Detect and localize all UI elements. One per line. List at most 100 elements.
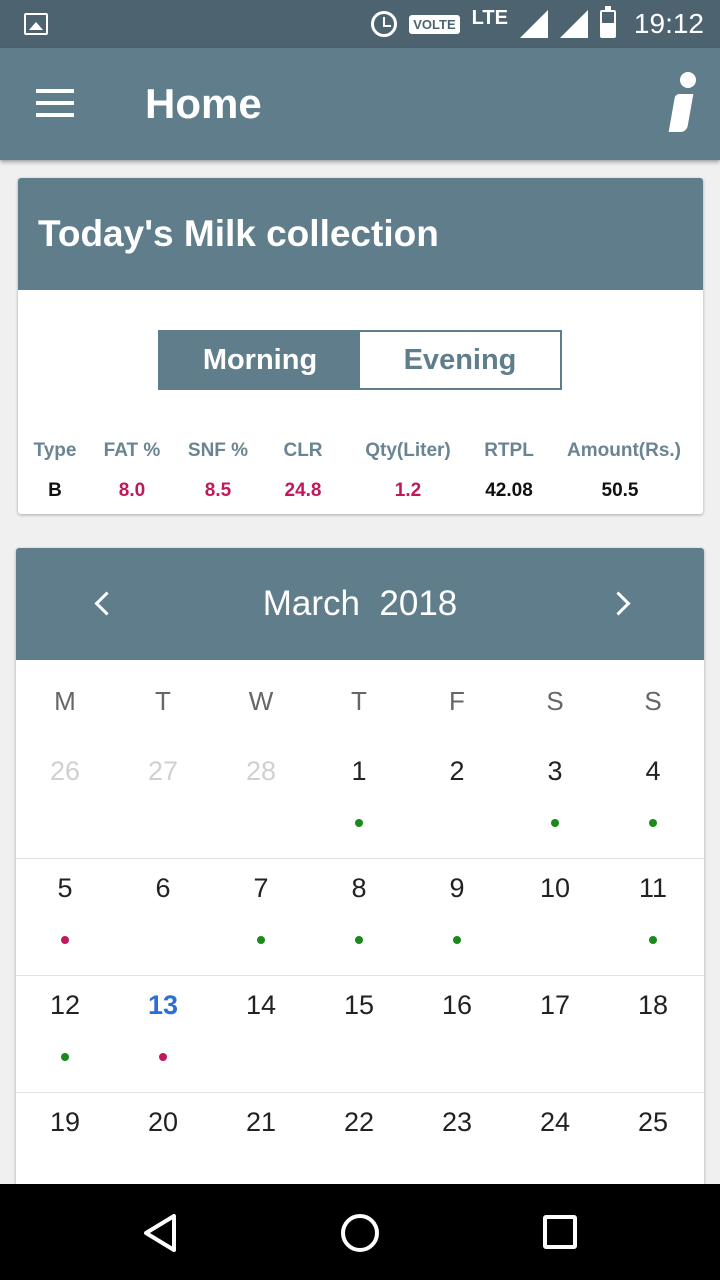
calendar-day[interactable]: 14 bbox=[212, 976, 310, 1092]
day-number: 23 bbox=[441, 1107, 473, 1137]
calendar-day[interactable]: 21 bbox=[212, 1093, 310, 1198]
calendar-day[interactable]: 23 bbox=[408, 1093, 506, 1198]
day-number: 1 bbox=[351, 756, 367, 786]
collection-dot bbox=[61, 1053, 69, 1061]
cell-type: B bbox=[48, 480, 62, 501]
weekday-label: S bbox=[546, 686, 564, 716]
calendar-day[interactable]: 19 bbox=[16, 1093, 114, 1198]
weekday-label: T bbox=[351, 686, 367, 716]
day-number: 26 bbox=[49, 756, 81, 786]
menu-icon[interactable] bbox=[36, 89, 76, 117]
network-type: LTE bbox=[471, 6, 508, 29]
calendar-day[interactable]: 24 bbox=[506, 1093, 604, 1198]
collection-dot bbox=[257, 936, 265, 944]
calendar-day[interactable]: 28 bbox=[212, 742, 310, 858]
calendar-day[interactable]: 20 bbox=[114, 1093, 212, 1198]
calendar-day[interactable]: 16 bbox=[408, 976, 506, 1092]
day-number: 19 bbox=[49, 1107, 81, 1137]
day-number: 18 bbox=[637, 990, 669, 1020]
calendar-day[interactable]: 25 bbox=[604, 1093, 702, 1198]
morning-tab[interactable]: Morning bbox=[160, 332, 360, 388]
back-icon[interactable] bbox=[142, 1214, 180, 1252]
page-title: Home bbox=[145, 80, 262, 127]
calendar-day[interactable]: 27 bbox=[114, 742, 212, 858]
table-row: B 8.0 8.5 24.8 1.2 42.08 50.5 bbox=[18, 480, 703, 510]
calendar-day[interactable]: 18 bbox=[604, 976, 702, 1092]
col-amount: Amount(Rs.) bbox=[567, 440, 681, 461]
battery-icon bbox=[599, 6, 616, 38]
weekday-row: M T W T F S S bbox=[16, 660, 704, 742]
calendar-week: 5 6 7 8 9 10 11 bbox=[16, 859, 704, 976]
system-nav-bar bbox=[0, 1184, 720, 1280]
collection-dot bbox=[649, 936, 657, 944]
day-number: 8 bbox=[351, 873, 367, 903]
calendar-day[interactable]: 4 bbox=[604, 742, 702, 858]
calendar-day[interactable]: 11 bbox=[604, 859, 702, 975]
day-number: 15 bbox=[343, 990, 375, 1020]
calendar-day[interactable]: 26 bbox=[16, 742, 114, 858]
cell-amount: 50.5 bbox=[601, 480, 639, 501]
collection-dot bbox=[61, 936, 69, 944]
milk-collection-card: Today's Milk collection Morning Evening … bbox=[18, 178, 703, 514]
day-number: 17 bbox=[539, 990, 571, 1020]
day-number: 6 bbox=[155, 873, 171, 903]
calendar-day[interactable]: 17 bbox=[506, 976, 604, 1092]
day-number: 27 bbox=[147, 756, 179, 786]
chevron-right-icon[interactable] bbox=[606, 588, 636, 618]
collection-dot bbox=[159, 1053, 167, 1061]
col-rtpl: RTPL bbox=[484, 440, 534, 461]
calendar-day[interactable]: 1 bbox=[310, 742, 408, 858]
weekday-label: F bbox=[449, 686, 465, 716]
calendar-day-today[interactable]: 13 bbox=[114, 976, 212, 1092]
day-number: 14 bbox=[245, 990, 277, 1020]
day-number: 12 bbox=[49, 990, 81, 1020]
info-icon[interactable] bbox=[668, 72, 698, 136]
calendar-day[interactable]: 8 bbox=[310, 859, 408, 975]
day-number: 10 bbox=[539, 873, 571, 903]
calendar-day[interactable]: 2 bbox=[408, 742, 506, 858]
calendar-day[interactable]: 10 bbox=[506, 859, 604, 975]
cell-clr: 24.8 bbox=[284, 480, 322, 501]
alarm-icon bbox=[371, 11, 398, 37]
col-fat: FAT % bbox=[103, 440, 161, 461]
day-number: 5 bbox=[57, 873, 73, 903]
calendar-header: March 2018 bbox=[16, 548, 704, 660]
cell-qty: 1.2 bbox=[394, 480, 422, 501]
day-number: 4 bbox=[645, 756, 661, 786]
calendar-day[interactable]: 15 bbox=[310, 976, 408, 1092]
day-number: 7 bbox=[253, 873, 269, 903]
evening-tab[interactable]: Evening bbox=[360, 332, 560, 388]
volte-badge: VOLTE bbox=[409, 14, 460, 34]
home-icon[interactable] bbox=[341, 1214, 379, 1252]
calendar-day[interactable]: 12 bbox=[16, 976, 114, 1092]
app-bar: Home bbox=[0, 48, 720, 160]
collection-dot bbox=[355, 936, 363, 944]
col-type: Type bbox=[33, 440, 77, 461]
collection-dot bbox=[453, 936, 461, 944]
image-notification-icon bbox=[24, 13, 48, 35]
day-number: 22 bbox=[343, 1107, 375, 1137]
calendar-day[interactable]: 7 bbox=[212, 859, 310, 975]
calendar-day[interactable]: 5 bbox=[16, 859, 114, 975]
calendar-week: 12 13 14 15 16 17 18 bbox=[16, 976, 704, 1093]
day-number: 25 bbox=[637, 1107, 669, 1137]
calendar-day[interactable]: 6 bbox=[114, 859, 212, 975]
day-number: 24 bbox=[539, 1107, 571, 1137]
status-bar: VOLTE LTE 19:12 bbox=[0, 0, 720, 48]
day-number: 3 bbox=[547, 756, 563, 786]
day-number: 2 bbox=[449, 756, 465, 786]
col-clr: CLR bbox=[283, 440, 323, 461]
calendar-month-title: March 2018 bbox=[262, 584, 458, 623]
recent-apps-icon[interactable] bbox=[543, 1215, 577, 1249]
signal-icon-2 bbox=[559, 10, 588, 38]
collection-dot bbox=[355, 819, 363, 827]
day-number-today: 13 bbox=[147, 990, 179, 1020]
cell-rtpl: 42.08 bbox=[485, 480, 533, 501]
cell-snf: 8.5 bbox=[204, 480, 232, 501]
calendar-week: 26 27 28 1 2 3 4 bbox=[16, 742, 704, 859]
day-number: 16 bbox=[441, 990, 473, 1020]
calendar-day[interactable]: 9 bbox=[408, 859, 506, 975]
day-number: 20 bbox=[147, 1107, 179, 1137]
calendar-day[interactable]: 3 bbox=[506, 742, 604, 858]
calendar-day[interactable]: 22 bbox=[310, 1093, 408, 1198]
